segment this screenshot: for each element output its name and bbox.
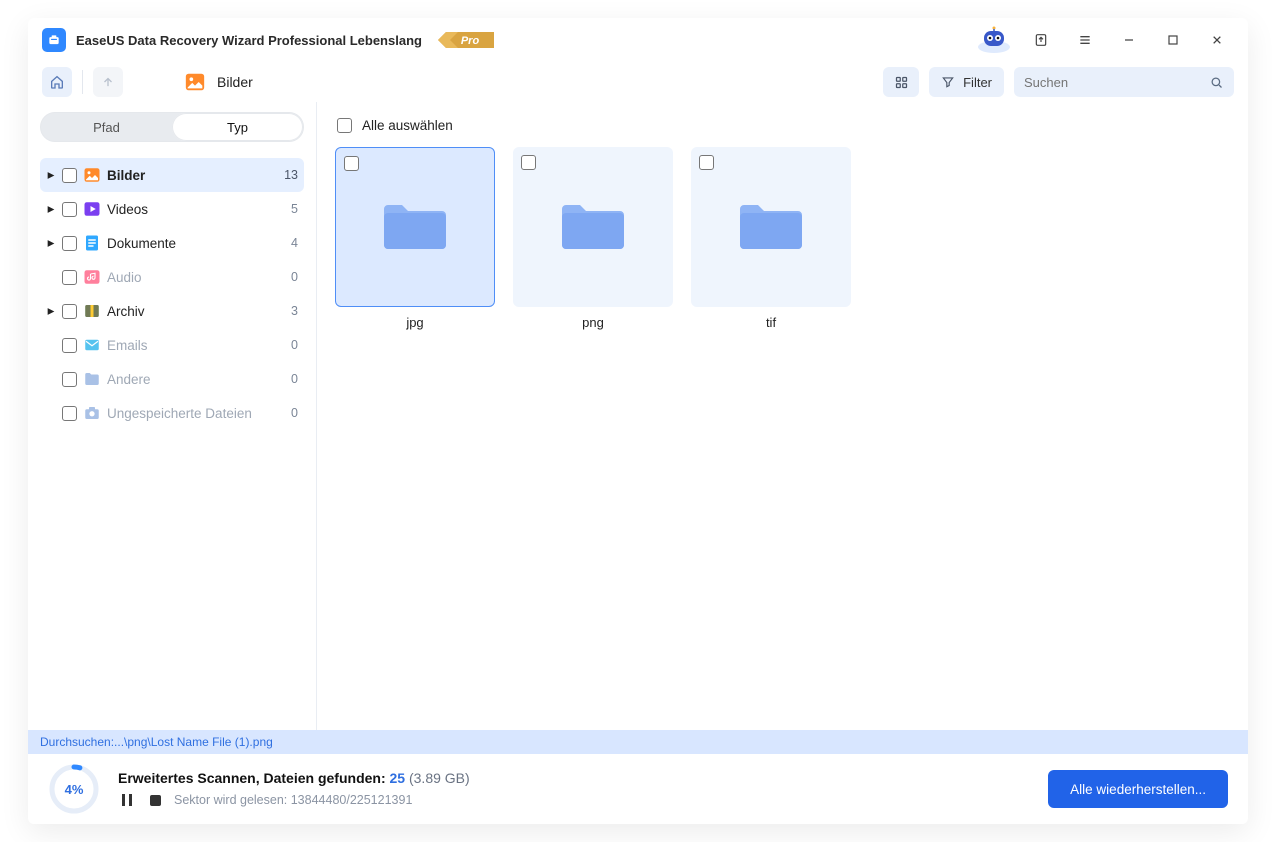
category-name: Dokumente (107, 236, 285, 251)
grid-view-button[interactable] (883, 67, 919, 97)
category-name: Andere (107, 372, 285, 387)
folder-icon (736, 197, 806, 258)
category-andere[interactable]: Andere 0 (40, 362, 304, 396)
folder-grid: jpg png tif (335, 147, 1230, 330)
category-name: Emails (107, 338, 285, 353)
tab-type[interactable]: Typ (172, 113, 303, 141)
category-audio[interactable]: Audio 0 (40, 260, 304, 294)
category-icon (83, 166, 101, 184)
category-name: Audio (107, 270, 285, 285)
progress-ring: 4% (48, 763, 100, 815)
sidebar-tabs: Pfad Typ (40, 112, 304, 142)
category-checkbox[interactable] (62, 406, 77, 421)
folder-png[interactable]: png (513, 147, 673, 330)
recover-all-button[interactable]: Alle wiederherstellen... (1048, 770, 1228, 808)
toolbar: Bilder Filter (28, 62, 1248, 102)
home-button[interactable] (42, 67, 72, 97)
category-archiv[interactable]: ▸ Archiv 3 (40, 294, 304, 328)
progress-percent: 4% (48, 763, 100, 815)
category-count: 3 (291, 304, 298, 318)
scan-summary: Erweitertes Scannen, Dateien gefunden: 2… (118, 770, 1030, 786)
minimize-button[interactable] (1112, 23, 1146, 57)
category-icon (83, 234, 101, 252)
close-button[interactable] (1200, 23, 1234, 57)
folder-label: jpg (335, 315, 495, 330)
footer: 4% Erweitertes Scannen, Dateien gefunden… (28, 754, 1248, 824)
app-icon (42, 28, 66, 52)
select-all-row[interactable]: Alle auswählen (335, 116, 1230, 147)
menu-icon[interactable] (1068, 23, 1102, 57)
category-icon (83, 336, 101, 354)
category-count: 0 (291, 372, 298, 386)
category-name: Bilder (107, 168, 278, 183)
select-all-label: Alle auswählen (362, 118, 453, 133)
folder-jpg[interactable]: jpg (335, 147, 495, 330)
folder-icon (380, 197, 450, 258)
category-count: 0 (291, 270, 298, 284)
filter-label: Filter (963, 75, 992, 90)
breadcrumb-icon (183, 70, 207, 94)
chevron-right-icon: ▸ (46, 201, 56, 217)
title-bar: EaseUS Data Recovery Wizard Professional… (28, 18, 1248, 62)
category-bilder[interactable]: ▸ Bilder 13 (40, 158, 304, 192)
category-count: 4 (291, 236, 298, 250)
category-dokumente[interactable]: ▸ Dokumente 4 (40, 226, 304, 260)
category-icon (83, 302, 101, 320)
category-checkbox[interactable] (62, 304, 77, 319)
folder-tif[interactable]: tif (691, 147, 851, 330)
folder-checkbox[interactable] (521, 155, 536, 170)
category-count: 5 (291, 202, 298, 216)
category-emails[interactable]: Emails 0 (40, 328, 304, 362)
assistant-icon[interactable] (974, 25, 1014, 55)
search-icon (1209, 75, 1224, 90)
category-checkbox[interactable] (62, 202, 77, 217)
filter-icon (941, 75, 955, 89)
category-checkbox[interactable] (62, 236, 77, 251)
category-name: Archiv (107, 304, 285, 319)
stop-button[interactable] (146, 792, 164, 808)
chevron-right-icon: ▸ (46, 235, 56, 251)
category-count: 13 (284, 168, 298, 182)
category-tree: ▸ Bilder 13▸ Videos 5▸ Dokumente 4 Audio… (40, 158, 304, 430)
svg-text:Pro: Pro (461, 35, 480, 47)
app-title: EaseUS Data Recovery Wizard Professional… (76, 33, 422, 48)
chevron-right-icon: ▸ (46, 167, 56, 183)
tab-path[interactable]: Pfad (41, 113, 172, 141)
search-input[interactable] (1024, 75, 1201, 90)
category-checkbox[interactable] (62, 372, 77, 387)
pause-button[interactable] (118, 792, 136, 808)
folder-label: png (513, 315, 673, 330)
category-videos[interactable]: ▸ Videos 5 (40, 192, 304, 226)
folder-label: tif (691, 315, 851, 330)
category-count: 0 (291, 338, 298, 352)
pro-badge: Pro (438, 30, 494, 50)
breadcrumb-label: Bilder (217, 74, 253, 90)
category-checkbox[interactable] (62, 338, 77, 353)
main-content: Alle auswählen jpg png tif (316, 102, 1248, 730)
maximize-button[interactable] (1156, 23, 1190, 57)
category-ungespeicherte dateien[interactable]: Ungespeicherte Dateien 0 (40, 396, 304, 430)
search-box[interactable] (1014, 67, 1234, 97)
select-all-checkbox[interactable] (337, 118, 352, 133)
sector-info: Sektor wird gelesen: 13844480/225121391 (174, 793, 412, 807)
category-icon (83, 370, 101, 388)
folder-checkbox[interactable] (699, 155, 714, 170)
up-button[interactable] (93, 67, 123, 97)
chevron-right-icon: ▸ (46, 303, 56, 319)
folder-checkbox[interactable] (344, 156, 359, 171)
category-checkbox[interactable] (62, 270, 77, 285)
category-icon (83, 404, 101, 422)
sidebar: Pfad Typ ▸ Bilder 13▸ Videos 5▸ Dokument… (28, 102, 316, 730)
category-name: Ungespeicherte Dateien (107, 406, 285, 421)
category-name: Videos (107, 202, 285, 217)
category-icon (83, 268, 101, 286)
category-count: 0 (291, 406, 298, 420)
share-icon[interactable] (1024, 23, 1058, 57)
filter-button[interactable]: Filter (929, 67, 1004, 97)
scan-path-bar: Durchsuchen: ...\png\Lost Name File (1).… (28, 730, 1248, 754)
folder-icon (558, 197, 628, 258)
category-icon (83, 200, 101, 218)
category-checkbox[interactable] (62, 168, 77, 183)
